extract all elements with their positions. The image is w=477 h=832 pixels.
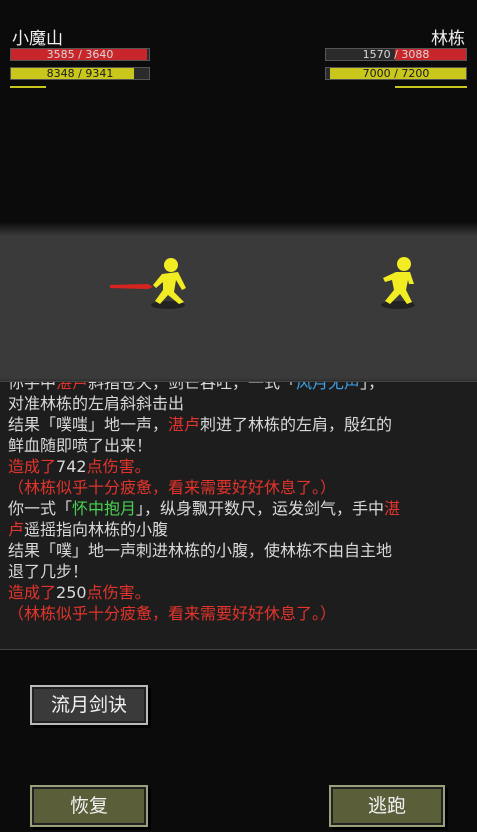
log-segment: 250	[56, 583, 87, 602]
player-hp-text: 3585 / 3640	[46, 48, 114, 61]
enemy-hp-text: 1570 / 3088	[362, 48, 430, 61]
sword-icon	[110, 284, 153, 289]
log-line: 结果「噗嗤」地一声，湛卢刺进了林栋的左肩，殷红的	[8, 414, 469, 435]
log-segment: 点伤害。	[86, 457, 151, 476]
log-line: 你手中湛卢斜指苍天，剑芒吞吐，一式「风月无声」，	[8, 381, 469, 393]
log-line: 卢遥摇指向林栋的小腹	[8, 519, 469, 540]
flee-button[interactable]: 逃跑	[329, 785, 445, 827]
player-name: 小魔山	[12, 29, 63, 49]
log-segment: 风月无声	[296, 381, 361, 392]
log-line: 鲜血随即喷了出来！	[8, 435, 469, 456]
enemy-mp-text: 7000 / 7200	[362, 67, 430, 80]
log-line: 你一式「怀中抱月」，纵身飘开数尺，运发剑气，手中湛	[8, 498, 469, 519]
battle-log[interactable]: 你手中湛卢斜指苍天，剑芒吞吐，一式「风月无声」， 对准林栋的左肩斜斜击出 结果「噗嗤…	[0, 381, 477, 650]
status-hud: 小魔山 3585 / 3640 8348 / 9341 林栋 1570 / 30…	[0, 0, 477, 100]
log-segment: 斜指苍天，剑芒吞吐，一式「	[88, 381, 297, 392]
player-mp-text: 8348 / 9341	[46, 67, 114, 80]
log-line: 造成了250点伤害。	[8, 582, 469, 603]
arena-scene	[110, 257, 415, 309]
log-segment: 湛卢	[56, 381, 89, 392]
log-segment: 结果「噗」地一声刺进林栋的小腹，使林栋不由自主地	[8, 541, 393, 560]
log-line: （林栋似乎十分疲惫，看来需要好好休息了。）	[8, 477, 469, 498]
log-line: 造成了742点伤害。	[8, 456, 469, 477]
recover-button[interactable]: 恢复	[30, 785, 148, 827]
log-segment: 鲜血随即喷了出来！	[8, 436, 153, 455]
log-segment: 」，纵身飘开数尺，运发剑气，手中	[136, 499, 385, 518]
enemy-figure-icon	[383, 257, 414, 304]
log-segment: 造成了	[8, 583, 57, 602]
enemy-charge-indicator	[395, 86, 467, 88]
player-mp-bar: 8348 / 9341	[10, 67, 150, 80]
battle-log-content: 你手中湛卢斜指苍天，剑芒吞吐，一式「风月无声」， 对准林栋的左肩斜斜击出 结果「噗嗤…	[8, 381, 469, 624]
log-line: （林栋似乎十分疲惫，看来需要好好休息了。）	[8, 603, 469, 624]
log-segment: 」，	[360, 381, 385, 392]
log-segment: 怀中抱月	[72, 499, 137, 518]
log-segment: 卢	[8, 520, 25, 539]
log-segment: 结果「噗嗤」地一声，	[8, 415, 169, 434]
player-charge-indicator	[10, 86, 46, 88]
log-segment: 退了几步！	[8, 562, 89, 581]
log-line: 退了几步！	[8, 561, 469, 582]
log-line: 对准林栋的左肩斜斜击出	[8, 393, 469, 414]
log-line: 结果「噗」地一声刺进林栋的小腹，使林栋不由自主地	[8, 540, 469, 561]
player-figure-icon	[153, 258, 186, 304]
log-segment: 742	[56, 457, 87, 476]
log-segment: 遥摇指向林栋的小腹	[24, 520, 169, 539]
enemy-mp-bar: 7000 / 7200	[325, 67, 467, 80]
skill-button[interactable]: 流月剑诀	[30, 685, 148, 725]
log-segment: 点伤害。	[86, 583, 151, 602]
log-segment: （林栋似乎十分疲惫，看来需要好好休息了。）	[8, 604, 337, 623]
log-segment: 你一式「	[8, 499, 73, 518]
battle-arena	[0, 222, 477, 390]
log-segment: 你手中	[8, 381, 57, 392]
player-hp-bar: 3585 / 3640	[10, 48, 150, 61]
log-segment: 造成了	[8, 457, 57, 476]
log-segment: （林栋似乎十分疲惫，看来需要好好休息了。）	[8, 478, 337, 497]
log-segment: 湛卢	[168, 415, 201, 434]
log-segment: 刺进了林栋的左肩，殷红的	[200, 415, 393, 434]
enemy-name: 林栋	[431, 29, 465, 49]
log-segment: 湛	[384, 499, 401, 518]
enemy-hp-bar: 1570 / 3088	[325, 48, 467, 61]
log-segment: 对准林栋的左肩斜斜击出	[8, 394, 185, 413]
